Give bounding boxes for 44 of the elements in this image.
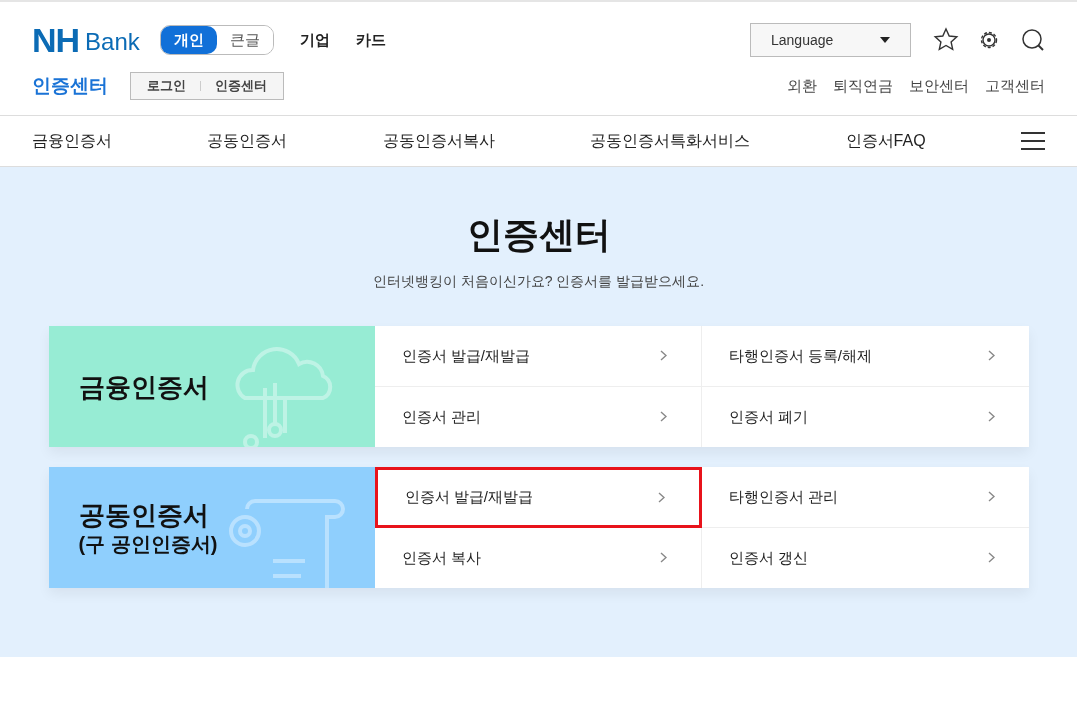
- menu-link[interactable]: 인증서 발급/재발급: [374, 467, 702, 528]
- nav-tab[interactable]: 인증서FAQ: [845, 129, 926, 153]
- nh-bank-logo[interactable]: NH Bank: [32, 25, 140, 55]
- utility-link[interactable]: 보안센터: [909, 74, 969, 98]
- top-link[interactable]: 카드: [355, 28, 386, 52]
- logo-mark: NH: [32, 25, 80, 55]
- category-subtitle: (구 공인인증서): [78, 531, 219, 557]
- nav-tab[interactable]: 공동인증서특화서비스: [590, 129, 751, 153]
- utility-link[interactable]: 고객센터: [985, 74, 1045, 98]
- top-link[interactable]: 기업: [299, 28, 330, 52]
- chevron-icon: [987, 411, 995, 423]
- menu-link[interactable]: 인증서 복사: [374, 527, 702, 588]
- category-title: 금융인증서: [78, 370, 210, 403]
- menu-link[interactable]: 인증서 발급/재발급: [374, 326, 702, 387]
- chevron-icon: [659, 350, 667, 362]
- menu-link[interactable]: 인증서 관리: [374, 386, 702, 447]
- caret-icon: [880, 37, 890, 43]
- utility-link[interactable]: 외환: [787, 74, 817, 98]
- star-icon[interactable]: [933, 27, 959, 53]
- menu-link[interactable]: 인증서 폐기: [701, 386, 1029, 447]
- search-icon[interactable]: [1021, 28, 1045, 52]
- chevron-icon: [987, 552, 995, 564]
- menu-link[interactable]: 인증서 갱신: [701, 527, 1029, 588]
- page-subtitle: 인터넷뱅킹이 처음이신가요? 인증서를 발급받으세요.: [372, 272, 705, 291]
- menu-link[interactable]: 타행인증서 등록/해제: [701, 326, 1029, 387]
- page-title: 인증센터: [466, 213, 611, 257]
- chevron-icon: [659, 411, 667, 423]
- breadcrumb-link[interactable]: 인증센터: [215, 76, 267, 96]
- language-select[interactable]: Language: [750, 23, 911, 57]
- utility-link[interactable]: 퇴직연금: [833, 74, 893, 98]
- menu-icon[interactable]: [1020, 131, 1045, 151]
- chevron-icon: [657, 491, 665, 503]
- section-title[interactable]: 인증센터: [32, 71, 108, 101]
- chevron-icon: [987, 491, 995, 503]
- chevron-icon: [659, 552, 667, 564]
- chevron-icon: [987, 350, 995, 362]
- logo-text: Bank: [85, 29, 140, 55]
- breadcrumb-link[interactable]: 로그인: [147, 76, 186, 96]
- nav-tab[interactable]: 금융인증서: [32, 129, 112, 153]
- mode-tab[interactable]: 개인: [160, 26, 217, 54]
- nav-tab[interactable]: 공동인증서복사: [382, 129, 495, 153]
- category-title: 공동인증서: [78, 498, 210, 531]
- nav-tab[interactable]: 공동인증서: [207, 129, 288, 153]
- menu-link[interactable]: 타행인증서 관리: [701, 467, 1029, 528]
